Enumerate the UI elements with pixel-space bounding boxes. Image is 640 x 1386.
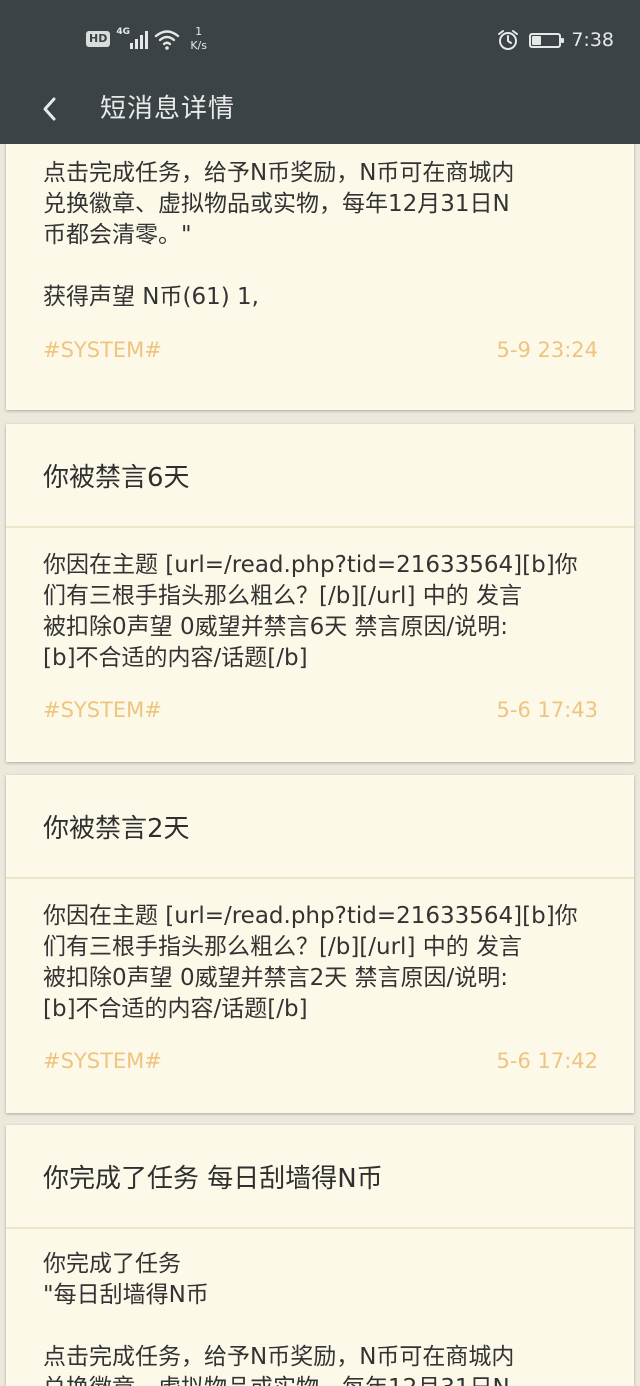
message-sender: #SYSTEM#: [43, 1049, 162, 1073]
speed-value: 1: [195, 25, 203, 38]
chevron-left-icon: [43, 97, 56, 121]
network-type: 4G: [116, 27, 130, 37]
signal-icon: 4G: [116, 27, 149, 51]
message-list[interactable]: 点击完成任务，给予N币奖励，N币可在商城内 兑换徽章、虚拟物品或实物，每年12月…: [0, 144, 640, 1386]
status-bar: HD 4G 1 K/s 7:38: [0, 0, 640, 74]
message-card[interactable]: 你被禁言2天 你因在主题 [url=/read.php?tid=21633564…: [6, 775, 634, 1113]
message-text: 你因在主题 [url=/read.php?tid=21633564][b]你 们…: [43, 552, 578, 671]
message-sender: #SYSTEM#: [43, 338, 162, 362]
alarm-icon: [498, 30, 519, 50]
message-text: 点击完成任务，给予N币奖励，N币可在商城内 兑换徽章、虚拟物品或实物，每年12月…: [43, 160, 515, 310]
wifi-icon: [155, 30, 180, 50]
message-title: 你被禁言6天: [6, 424, 634, 528]
message-body: 你因在主题 [url=/read.php?tid=21633564][b]你 们…: [6, 528, 634, 674]
message-time: 5-9 23:24: [496, 338, 599, 362]
page-title: 短消息详情: [100, 94, 236, 124]
message-text: 你完成了任务 "每日刮墙得N币 点击完成任务，给予N币奖励，N币可在商城内 兑换…: [43, 1251, 515, 1386]
app-bar: 短消息详情: [0, 74, 640, 144]
message-time: 5-6 17:42: [496, 1049, 599, 1073]
message-card[interactable]: 点击完成任务，给予N币奖励，N币可在商城内 兑换徽章、虚拟物品或实物，每年12月…: [6, 144, 634, 410]
message-text: 你因在主题 [url=/read.php?tid=21633564][b]你 们…: [43, 903, 578, 1022]
back-button[interactable]: [30, 89, 70, 129]
status-left: HD 4G 1 K/s: [86, 22, 207, 56]
battery-icon: [529, 32, 565, 48]
message-time: 5-6 17:43: [496, 698, 599, 722]
status-right: 7:38: [497, 26, 614, 54]
message-body: 点击完成任务，给予N币奖励，N币可在商城内 兑换徽章、虚拟物品或实物，每年12月…: [6, 144, 634, 313]
clock: 7:38: [571, 29, 614, 51]
message-card[interactable]: 你完成了任务 每日刮墙得N币 你完成了任务 "每日刮墙得N币 点击完成任务，给予…: [6, 1125, 634, 1386]
hd-icon: HD: [86, 31, 111, 47]
message-meta: #SYSTEM# 5-9 23:24: [43, 338, 598, 362]
message-body: 你完成了任务 "每日刮墙得N币 点击完成任务，给予N币奖励，N币可在商城内 兑换…: [6, 1229, 634, 1386]
message-title: 你被禁言2天: [6, 775, 634, 879]
message-meta: #SYSTEM# 5-6 17:43: [43, 698, 598, 722]
message-title: 你完成了任务 每日刮墙得N币: [6, 1125, 634, 1229]
message-sender: #SYSTEM#: [43, 698, 162, 722]
message-card[interactable]: 你被禁言6天 你因在主题 [url=/read.php?tid=21633564…: [6, 424, 634, 762]
message-body: 你因在主题 [url=/read.php?tid=21633564][b]你 们…: [6, 879, 634, 1025]
speed-unit: K/s: [190, 39, 207, 52]
message-meta: #SYSTEM# 5-6 17:42: [43, 1049, 598, 1073]
network-speed: 1 K/s: [190, 25, 207, 53]
